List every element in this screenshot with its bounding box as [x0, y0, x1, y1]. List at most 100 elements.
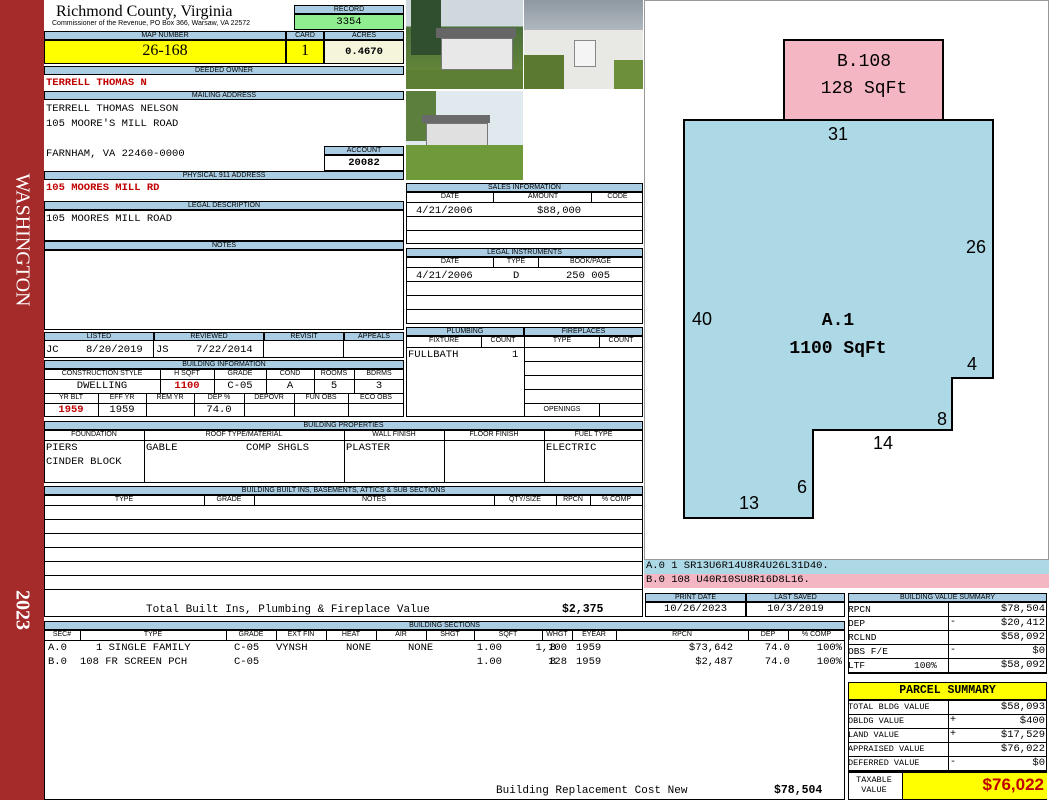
bs-col-10: RPCN: [672, 631, 692, 638]
bi-val2-3: 74.0: [206, 404, 232, 416]
bi-divider: [244, 393, 245, 417]
bp-col-4: FUEL TYPE: [574, 431, 613, 438]
parcel-summary-sign: -: [950, 757, 957, 768]
value-summary-divider: [948, 603, 949, 616]
listed-date: 8/20/2019: [86, 344, 143, 356]
bs-divider: [326, 630, 327, 640]
value-summary-divider: [948, 659, 949, 672]
main-label: A.1: [822, 311, 855, 331]
bs-divider: [542, 630, 543, 640]
bs-cell-eyear: 1959: [576, 642, 602, 654]
bi-divider: [194, 393, 195, 417]
bs-col-2: GRADE: [238, 631, 264, 638]
bi-val1-3: A: [286, 380, 294, 392]
li-col-book: BOOK/PAGE: [569, 258, 612, 265]
record-value: 3354: [336, 16, 362, 28]
bi-divider: [294, 393, 295, 417]
bi-divider: [348, 393, 349, 417]
value-summary-row: RPCN $78,504: [848, 603, 1047, 617]
dim-step-6: 6: [797, 477, 807, 497]
dim-left: 40: [692, 309, 712, 329]
listed-header: LISTED: [44, 332, 154, 341]
map-number-value: 26-168: [142, 42, 188, 59]
bs-cell-grade: C-05: [234, 642, 260, 654]
fuel-type: ELECTRIC: [546, 442, 597, 454]
taxable-label-1: TAXABLE: [856, 775, 892, 785]
bp-divider: [444, 430, 445, 483]
dim-right: 26: [966, 237, 986, 257]
builtin-rule: [44, 575, 643, 576]
parcel-summary-label: OBLDG VALUE: [848, 716, 905, 726]
value-summary-row: DEP - $20,412: [848, 617, 1047, 631]
wall-finish: PLASTER: [346, 442, 391, 454]
physical-address-header: PHYSICAL 911 ADDRESS: [44, 171, 404, 180]
bs-col-4: HEAT: [341, 631, 361, 638]
builtin-rule: [44, 533, 643, 534]
bi-col2-1: EFF YR: [109, 394, 135, 401]
bp-col-2: WALL FINISH: [372, 431, 416, 438]
bs-cell-sec: A.0: [48, 642, 67, 654]
reviewed-header: REVIEWED: [154, 332, 264, 341]
parcel-summary-divider: [948, 757, 949, 770]
foundation-1: PIERS: [46, 442, 78, 454]
dim-step-8: 8: [937, 409, 947, 429]
record-header: RECORD: [294, 5, 404, 14]
bp-col-0: FOUNDATION: [71, 431, 117, 438]
bi-rule: [44, 379, 404, 380]
taxable-label-2: VALUE: [861, 785, 887, 795]
parcel-summary-value: $58,093: [1000, 701, 1045, 713]
fireplaces-openings: OPENINGS: [543, 406, 581, 413]
value-summary-label: LTF: [848, 660, 866, 671]
bs-divider: [226, 630, 227, 640]
account-header: ACCOUNT: [324, 146, 404, 155]
house-photo-2: [524, 0, 643, 89]
listed-by: JC: [46, 344, 59, 356]
value-summary-row: LTF 100% $58,092: [848, 659, 1047, 673]
bi-val1-2: C-05: [227, 380, 253, 392]
parcel-summary-divider: [948, 701, 949, 714]
sidebar-title: WASHINGTON: [11, 173, 34, 307]
dim-step-4: 4: [967, 354, 977, 374]
sales-col-code: CODE: [607, 193, 628, 200]
bi-col2-4: DEPOVR: [254, 394, 284, 401]
builtin-divider: [204, 495, 205, 505]
value-summary-sign: -: [950, 645, 957, 656]
bs-col-1: TYPE: [143, 631, 163, 638]
bi-divider: [314, 369, 315, 393]
replacement-value: $78,504: [774, 784, 823, 797]
porch-sqft: 128 SqFt: [821, 79, 907, 99]
bi-val1-1: 1100: [174, 380, 200, 392]
building-sections-header: BUILDING SECTIONS: [44, 621, 845, 630]
bs-cell-comp: 100%: [816, 642, 842, 654]
bi-divider: [160, 369, 161, 393]
builtin-col-0: TYPE: [114, 496, 134, 503]
builtins-total-value: $2,375: [562, 603, 604, 616]
county-title: Richmond County, Virginia: [56, 3, 233, 20]
bs-col-3: EXT FIN: [287, 631, 315, 638]
reviewed-date: 7/22/2014: [196, 344, 253, 356]
bi-col2-6: ECO OBS: [360, 394, 392, 401]
notes-box[interactable]: [44, 250, 404, 330]
builtin-rule: [44, 561, 643, 562]
plumbing-col-count: COUNT: [490, 337, 516, 344]
value-summary-row: RCLND $58,092: [848, 631, 1047, 645]
account-value: 20082: [348, 157, 380, 169]
parcel-summary-divider: [948, 715, 949, 728]
builtin-col-2: NOTES: [361, 496, 387, 503]
mailing-line-2: 105 MOORE'S MILL ROAD: [46, 118, 179, 130]
bs-col-12: % COMP: [801, 631, 832, 638]
roof-material: COMP SHGLS: [246, 442, 310, 454]
bi-val1-0: DWELLING: [76, 380, 128, 392]
appeals-header: APPEALS: [344, 332, 404, 341]
deeded-owner-header: DEEDED OWNER: [44, 66, 404, 75]
builtin-rule: [44, 519, 643, 520]
sales-header: SALES INFORMATION: [406, 183, 643, 192]
builtin-col-4: RPCN: [563, 496, 583, 503]
parcel-summary-row: OBLDG VALUE + $400: [848, 715, 1047, 729]
bs-divider: [376, 630, 377, 640]
builtins-box: [44, 495, 643, 617]
bi-divider: [146, 393, 147, 417]
bi-rule: [44, 403, 404, 404]
builtin-divider: [556, 495, 557, 505]
bp-divider: [344, 430, 345, 483]
